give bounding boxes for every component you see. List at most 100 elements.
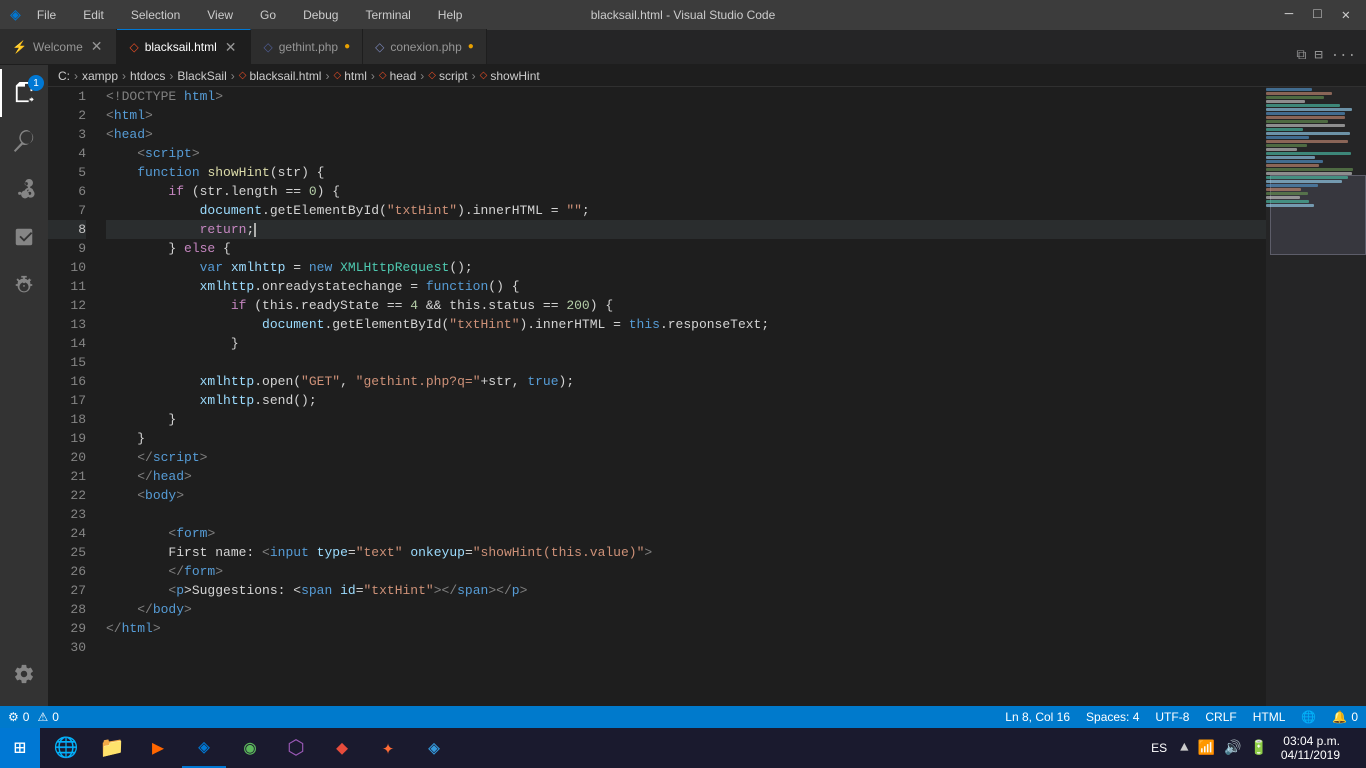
token: </ bbox=[106, 562, 184, 581]
taskbar-app-4[interactable]: ◉ bbox=[228, 728, 272, 768]
tab-label-welcome: Welcome bbox=[33, 40, 83, 54]
breadcrumb-item-c-[interactable]: C: bbox=[58, 69, 70, 83]
token: xmlhttp bbox=[200, 372, 255, 391]
breadcrumb-item-showhint[interactable]: ◇showHint bbox=[480, 69, 540, 83]
keyboard-language[interactable]: ES bbox=[1145, 739, 1173, 757]
show-desktop-button[interactable] bbox=[1350, 728, 1358, 768]
notification-bell[interactable]: 🔔 0 bbox=[1324, 706, 1366, 728]
activity-git-icon[interactable] bbox=[0, 165, 48, 213]
breadcrumb-item-blacksail[interactable]: BlackSail bbox=[177, 69, 226, 83]
taskbar-app-0[interactable]: 🌐 bbox=[44, 728, 88, 768]
breadcrumb-item-script[interactable]: ◇script bbox=[428, 69, 467, 83]
token: > bbox=[145, 125, 153, 144]
tray-network-icon[interactable]: 📶 bbox=[1195, 738, 1218, 759]
clock[interactable]: 03:04 p.m. 04/11/2019 bbox=[1275, 732, 1346, 764]
tab-gethint[interactable]: ◇gethint.php● bbox=[251, 29, 363, 64]
activity-debug-icon[interactable] bbox=[0, 261, 48, 309]
token: (this.readyState == bbox=[254, 296, 410, 315]
tab-blacksail[interactable]: ◇blacksail.html✕ bbox=[117, 29, 251, 64]
taskbar-app-6[interactable]: ◆ bbox=[320, 728, 364, 768]
token: .getElementById( bbox=[324, 315, 449, 334]
activity-files-icon[interactable]: 1 bbox=[0, 69, 48, 117]
minimize-button[interactable]: ─ bbox=[1279, 5, 1299, 26]
breadcrumb-item-htdocs[interactable]: htdocs bbox=[130, 69, 165, 83]
code-editor[interactable]: 1234567891011121314151617181920212223242… bbox=[48, 87, 1266, 706]
warning-number: 0 bbox=[52, 710, 59, 724]
minimap bbox=[1266, 87, 1366, 706]
taskbar-app-2[interactable]: ▶ bbox=[136, 728, 180, 768]
toggle-panel-icon[interactable]: ⊟ bbox=[1314, 47, 1322, 64]
token: XMLHttpRequest bbox=[340, 258, 449, 277]
line-number-27: 27 bbox=[48, 581, 86, 600]
token: .open( bbox=[254, 372, 301, 391]
menu-item-debug[interactable]: Debug bbox=[297, 6, 344, 24]
activity-search-icon[interactable] bbox=[0, 117, 48, 165]
taskbar-app-3[interactable]: ◈ bbox=[182, 728, 226, 768]
token: html bbox=[122, 619, 153, 638]
code-line-26: </form> bbox=[106, 562, 1266, 581]
cursor-position[interactable]: Ln 8, Col 16 bbox=[997, 706, 1078, 728]
token: new bbox=[309, 258, 340, 277]
menu-item-help[interactable]: Help bbox=[432, 6, 469, 24]
tray-battery-icon[interactable]: 🔋 bbox=[1247, 738, 1270, 759]
window-controls[interactable]: ─ □ ✕ bbox=[1279, 5, 1356, 26]
tray-arrow-icon[interactable]: ▲ bbox=[1177, 738, 1191, 758]
token: return bbox=[200, 220, 247, 239]
tab-close-blacksail[interactable]: ✕ bbox=[223, 38, 239, 57]
menu-item-view[interactable]: View bbox=[201, 6, 239, 24]
tab-welcome[interactable]: ⚡Welcome✕ bbox=[0, 29, 117, 64]
taskbar-app-8[interactable]: ◈ bbox=[412, 728, 456, 768]
close-button[interactable]: ✕ bbox=[1336, 5, 1356, 26]
menu-item-selection[interactable]: Selection bbox=[125, 6, 186, 24]
minimap-line bbox=[1266, 120, 1328, 123]
language-mode[interactable]: HTML bbox=[1245, 706, 1294, 728]
tab-conexion[interactable]: ◇conexion.php● bbox=[363, 29, 487, 64]
token: 0 bbox=[309, 182, 317, 201]
tab-close-welcome[interactable]: ✕ bbox=[89, 37, 105, 56]
smiley-icon[interactable]: 🌐 bbox=[1293, 706, 1324, 728]
token: form bbox=[184, 562, 215, 581]
taskbar-right: ES ▲ 📶 🔊 🔋 03:04 p.m. 04/11/2019 bbox=[1145, 728, 1366, 768]
code-line-6: if (str.length == 0) { bbox=[106, 182, 1266, 201]
error-count[interactable]: ⚙ 0 ⚠ 0 bbox=[0, 706, 67, 728]
menu-item-file[interactable]: File bbox=[31, 6, 62, 24]
breadcrumb-item-blacksail-html[interactable]: ◇blacksail.html bbox=[239, 69, 322, 83]
breadcrumb-item-head[interactable]: ◇head bbox=[379, 69, 416, 83]
menu-item-go[interactable]: Go bbox=[254, 6, 282, 24]
token: > bbox=[176, 486, 184, 505]
more-actions-icon[interactable]: ··· bbox=[1331, 48, 1356, 64]
minimap-line bbox=[1266, 112, 1345, 115]
activity-settings-icon[interactable] bbox=[0, 650, 48, 698]
taskbar-app-5[interactable]: ⬡ bbox=[274, 728, 318, 768]
maximize-button[interactable]: □ bbox=[1307, 5, 1327, 26]
minimap-line bbox=[1266, 124, 1345, 127]
menu-item-terminal[interactable]: Terminal bbox=[359, 6, 416, 24]
code-line-22: <body> bbox=[106, 486, 1266, 505]
line-number-5: 5 bbox=[48, 163, 86, 182]
menu-item-edit[interactable]: Edit bbox=[77, 6, 110, 24]
minimap-line bbox=[1266, 184, 1318, 187]
breadcrumb: C:›xampp›htdocs›BlackSail›◇blacksail.htm… bbox=[48, 65, 1366, 87]
token: ).innerHTML = bbox=[457, 201, 566, 220]
breadcrumb-text: htdocs bbox=[130, 69, 165, 83]
breadcrumb-icon-script: ◇ bbox=[428, 70, 436, 81]
token: id bbox=[340, 581, 356, 600]
taskbar-app-7[interactable]: ✦ bbox=[366, 728, 410, 768]
activity-extensions-icon[interactable] bbox=[0, 213, 48, 261]
code-line-19: } bbox=[106, 429, 1266, 448]
encoding[interactable]: UTF-8 bbox=[1147, 706, 1197, 728]
code-content[interactable]: <!DOCTYPE html><html><head> <script> fun… bbox=[96, 87, 1266, 706]
breadcrumb-item-xampp[interactable]: xampp bbox=[82, 69, 118, 83]
token: < bbox=[106, 144, 145, 163]
token: > bbox=[215, 562, 223, 581]
split-editor-icon[interactable]: ⧉ bbox=[1296, 48, 1306, 64]
taskbar-app-1[interactable]: 📁 bbox=[90, 728, 134, 768]
indentation[interactable]: Spaces: 4 bbox=[1078, 706, 1147, 728]
breadcrumb-item-html[interactable]: ◇html bbox=[333, 69, 366, 83]
tray-volume-icon[interactable]: 🔊 bbox=[1221, 738, 1244, 759]
token: head bbox=[153, 467, 184, 486]
code-line-23 bbox=[106, 505, 1266, 524]
minimap-line bbox=[1266, 108, 1352, 111]
start-button[interactable]: ⊞ bbox=[0, 728, 40, 768]
line-ending[interactable]: CRLF bbox=[1197, 706, 1244, 728]
